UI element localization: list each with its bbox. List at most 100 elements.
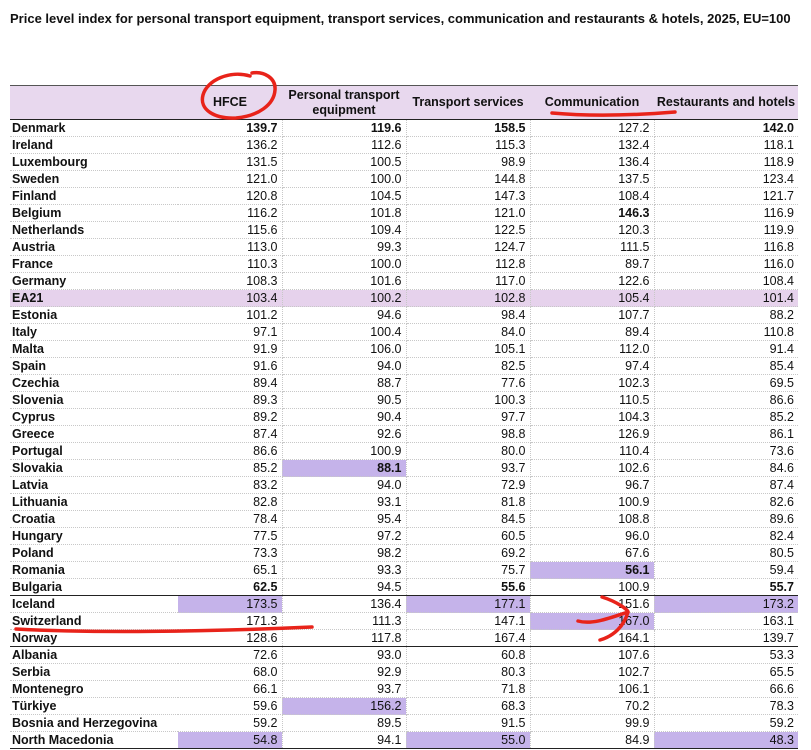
- hfce-value-cell: 110.3: [178, 255, 283, 273]
- table-row: Bosnia and Herzegovina 59.2 89.5 91.5 99.9 59…: [10, 714, 798, 732]
- communication-value-cell: 70.2: [530, 697, 655, 715]
- country-cell: Austria: [10, 238, 178, 256]
- personal-transport-equipment-value-cell: 100.0: [282, 170, 407, 188]
- communication-value-cell: 102.6: [530, 459, 655, 477]
- personal-transport-equipment-value-cell: 100.0: [282, 255, 407, 273]
- country-cell: Romania: [10, 561, 178, 579]
- restaurants-hotels-value-cell: 53.3: [654, 646, 798, 664]
- header-row: HFCE Personal transport equipment Transp…: [10, 85, 798, 120]
- hfce-value-cell: 116.2: [178, 204, 283, 222]
- transport-services-value-cell: 147.3: [406, 187, 531, 205]
- hfce-value-cell: 131.5: [178, 153, 283, 171]
- restaurants-hotels-value-cell: 48.3: [654, 731, 798, 749]
- restaurants-hotels-value-cell: 82.4: [654, 527, 798, 545]
- table-row: Cyprus 89.2 90.4 97.7 104.3 85.2: [10, 408, 798, 426]
- table-row: EA21 103.4 100.2 102.8 105.4 101.4: [10, 289, 798, 307]
- table-row: Romania 65.1 93.3 75.7 56.1 59.4: [10, 561, 798, 579]
- restaurants-hotels-value-cell: 116.8: [654, 238, 798, 256]
- transport-services-value-cell: 122.5: [406, 221, 531, 239]
- country-cell: Albania: [10, 646, 178, 664]
- communication-value-cell: 164.1: [530, 629, 655, 647]
- transport-services-value-cell: 77.6: [406, 374, 531, 392]
- communication-value-cell: 127.2: [530, 119, 655, 137]
- communication-value-cell: 122.6: [530, 272, 655, 290]
- hfce-value-cell: 136.2: [178, 136, 283, 154]
- country-cell: Netherlands: [10, 221, 178, 239]
- country-cell: France: [10, 255, 178, 273]
- table-row: Slovenia 89.3 90.5 100.3 110.5 86.6: [10, 391, 798, 409]
- restaurants-hotels-value-cell: 108.4: [654, 272, 798, 290]
- communication-value-cell: 84.9: [530, 731, 655, 749]
- personal-transport-equipment-value-cell: 94.0: [282, 357, 407, 375]
- personal-transport-equipment-value-cell: 101.6: [282, 272, 407, 290]
- country-cell: Hungary: [10, 527, 178, 545]
- transport-services-value-cell: 71.8: [406, 680, 531, 698]
- hfce-value-cell: 89.3: [178, 391, 283, 409]
- country-cell: Iceland: [10, 595, 178, 613]
- restaurants-hotels-value-cell: 88.2: [654, 306, 798, 324]
- hfce-value-cell: 97.1: [178, 323, 283, 341]
- transport-services-value-cell: 167.4: [406, 629, 531, 647]
- hfce-value-cell: 115.6: [178, 221, 283, 239]
- restaurants-hotels-value-cell: 116.0: [654, 255, 798, 273]
- communication-value-cell: 120.3: [530, 221, 655, 239]
- communication-value-cell: 151.6: [530, 595, 655, 613]
- restaurants-hotels-value-cell: 123.4: [654, 170, 798, 188]
- restaurants-hotels-value-cell: 142.0: [654, 119, 798, 137]
- price-level-table: HFCE Personal transport equipment Transp…: [10, 85, 798, 749]
- transport-services-value-cell: 98.9: [406, 153, 531, 171]
- transport-services-value-cell: 144.8: [406, 170, 531, 188]
- country-cell: Croatia: [10, 510, 178, 528]
- personal-transport-equipment-value-cell: 101.8: [282, 204, 407, 222]
- transport-services-value-cell: 60.5: [406, 527, 531, 545]
- communication-value-cell: 105.4: [530, 289, 655, 307]
- communication-value-cell: 132.4: [530, 136, 655, 154]
- personal-transport-equipment-value-cell: 94.1: [282, 731, 407, 749]
- transport-services-value-cell: 100.3: [406, 391, 531, 409]
- personal-transport-equipment-value-cell: 90.5: [282, 391, 407, 409]
- country-cell: Montenegro: [10, 680, 178, 698]
- personal-transport-equipment-value-cell: 99.3: [282, 238, 407, 256]
- hfce-value-cell: 72.6: [178, 646, 283, 664]
- country-cell: Luxembourg: [10, 153, 178, 171]
- hfce-value-cell: 121.0: [178, 170, 283, 188]
- header-transport-services: Transport services: [406, 85, 530, 120]
- personal-transport-equipment-value-cell: 93.0: [282, 646, 407, 664]
- header-personal-transport-equipment: Personal transport equipment: [282, 85, 406, 120]
- transport-services-value-cell: 98.4: [406, 306, 531, 324]
- table-row: Iceland 173.5 136.4 177.1 151.6 173.2: [10, 595, 798, 613]
- restaurants-hotels-value-cell: 119.9: [654, 221, 798, 239]
- hfce-value-cell: 113.0: [178, 238, 283, 256]
- restaurants-hotels-value-cell: 85.4: [654, 357, 798, 375]
- hfce-value-cell: 171.3: [178, 612, 283, 630]
- restaurants-hotels-value-cell: 87.4: [654, 476, 798, 494]
- transport-services-value-cell: 105.1: [406, 340, 531, 358]
- hfce-value-cell: 89.2: [178, 408, 283, 426]
- table-row: North Macedonia 54.8 94.1 55.0 84.9 48.3: [10, 731, 798, 749]
- personal-transport-equipment-value-cell: 106.0: [282, 340, 407, 358]
- table-row: Spain 91.6 94.0 82.5 97.4 85.4: [10, 357, 798, 375]
- transport-services-value-cell: 115.3: [406, 136, 531, 154]
- restaurants-hotels-value-cell: 118.9: [654, 153, 798, 171]
- personal-transport-equipment-value-cell: 119.6: [282, 119, 407, 137]
- table-row: Poland 73.3 98.2 69.2 67.6 80.5: [10, 544, 798, 562]
- restaurants-hotels-value-cell: 121.7: [654, 187, 798, 205]
- country-cell: Lithuania: [10, 493, 178, 511]
- table-row: Albania 72.6 93.0 60.8 107.6 53.3: [10, 646, 798, 664]
- table-row: Serbia 68.0 92.9 80.3 102.7 65.5: [10, 663, 798, 681]
- transport-services-value-cell: 147.1: [406, 612, 531, 630]
- communication-value-cell: 112.0: [530, 340, 655, 358]
- country-cell: Bosnia and Herzegovina: [10, 714, 178, 732]
- hfce-value-cell: 87.4: [178, 425, 283, 443]
- country-cell: Sweden: [10, 170, 178, 188]
- table-row: Finland 120.8 104.5 147.3 108.4 121.7: [10, 187, 798, 205]
- transport-services-value-cell: 117.0: [406, 272, 531, 290]
- country-cell: Czechia: [10, 374, 178, 392]
- personal-transport-equipment-value-cell: 100.5: [282, 153, 407, 171]
- communication-value-cell: 102.3: [530, 374, 655, 392]
- table-row: Luxembourg 131.5 100.5 98.9 136.4 118.9: [10, 153, 798, 171]
- personal-transport-equipment-value-cell: 100.4: [282, 323, 407, 341]
- hfce-value-cell: 83.2: [178, 476, 283, 494]
- transport-services-value-cell: 93.7: [406, 459, 531, 477]
- communication-value-cell: 100.9: [530, 493, 655, 511]
